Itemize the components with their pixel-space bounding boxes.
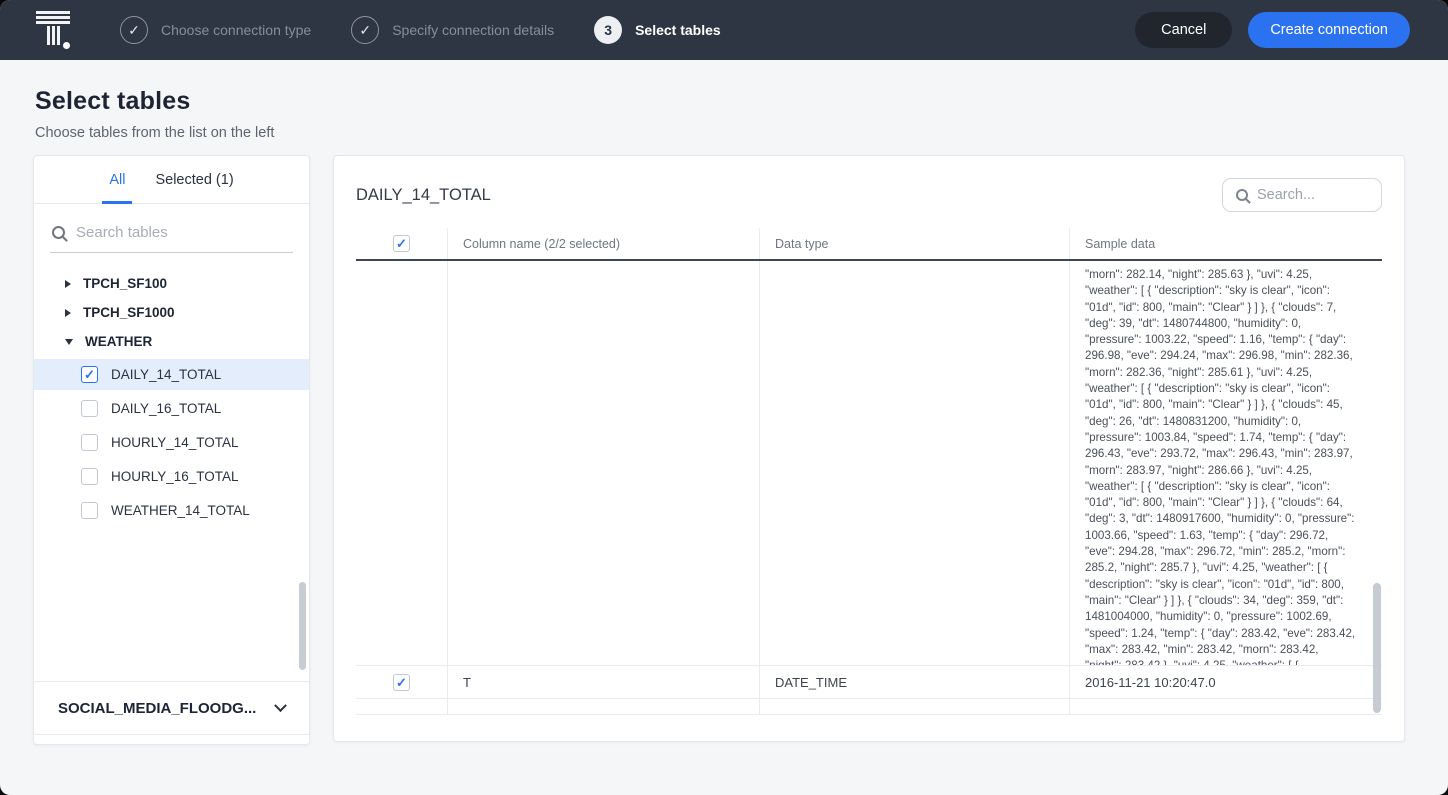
table-item-label: HOURLY_16_TOTAL <box>111 469 239 484</box>
tab-all[interactable]: All <box>109 156 125 203</box>
tree-node-label: TPCH_SF100 <box>83 276 167 291</box>
tree-node-tpch-sf100[interactable]: TPCH_SF100 <box>34 269 309 298</box>
search-tables-input[interactable]: Search tables <box>50 222 293 253</box>
column-name-header: Column name (2/2 selected) <box>463 237 620 251</box>
select-all-checkbox[interactable] <box>393 235 410 252</box>
thoughtspot-logo-icon <box>34 11 72 49</box>
schema-tree: TPCH_SF100 TPCH_SF1000 WEATHER DAILY_14_… <box>34 257 309 535</box>
table-item-daily-14-total[interactable]: DAILY_14_TOTAL <box>34 359 309 390</box>
table-row <box>356 699 1382 715</box>
caret-right-icon <box>65 309 71 317</box>
table-detail-header: DAILY_14_TOTAL Search... <box>334 156 1404 228</box>
step-check-icon: ✓ <box>120 16 148 44</box>
table-row: "morn": 282.14, "night": 285.63 }, "uvi"… <box>356 261 1382 666</box>
tree-node-weather[interactable]: WEATHER <box>34 327 309 356</box>
step-label: Specify connection details <box>392 22 554 38</box>
section-spotflix[interactable]: SPOTFLIX <box>34 734 309 745</box>
cancel-button[interactable]: Cancel <box>1135 12 1232 48</box>
row-checkbox-checked[interactable] <box>393 674 410 691</box>
table-item-label: DAILY_16_TOTAL <box>111 401 221 416</box>
checkbox-unchecked[interactable] <box>81 434 98 451</box>
caret-down-icon <box>65 339 73 345</box>
columns-table-header: Column name (2/2 selected) Data type Sam… <box>356 228 1382 261</box>
tables-sidebar: All Selected (1) Search tables TPCH_SF10… <box>33 155 310 745</box>
search-icon <box>1236 189 1248 201</box>
table-scrollbar-thumb[interactable] <box>1373 583 1381 713</box>
sidebar-scrollbar-thumb[interactable] <box>299 582 306 670</box>
page-subtitle: Choose tables from the list on the left <box>35 125 1448 141</box>
checkbox-unchecked[interactable] <box>81 502 98 519</box>
table-row: T DATE_TIME 2016-11-21 10:20:47.0 <box>356 666 1382 699</box>
data-type-header: Data type <box>775 237 829 251</box>
section-label: SOCIAL_MEDIA_FLOODG... <box>58 700 256 717</box>
table-item-weather-14-total[interactable]: WEATHER_14_TOTAL <box>34 495 309 526</box>
data-type-cell: DATE_TIME <box>775 675 847 690</box>
table-item-hourly-14-total[interactable]: HOURLY_14_TOTAL <box>34 427 309 458</box>
table-item-label: HOURLY_14_TOTAL <box>111 435 239 450</box>
schema-sections: SOCIAL_MEDIA_FLOODG... SPOTFLIX SUPPLYCH… <box>34 681 309 745</box>
table-item-hourly-16-total[interactable]: HOURLY_16_TOTAL <box>34 461 309 492</box>
table-item-daily-16-total[interactable]: DAILY_16_TOTAL <box>34 393 309 424</box>
table-detail-panel: DAILY_14_TOTAL Search... Column name (2/… <box>333 155 1405 742</box>
tree-node-tpch-sf1000[interactable]: TPCH_SF1000 <box>34 298 309 327</box>
wizard-stepper: ✓ Choose connection type ✓ Specify conne… <box>120 16 721 44</box>
topbar: ✓ Choose connection type ✓ Specify conne… <box>0 0 1448 60</box>
step-label: Choose connection type <box>161 22 311 38</box>
tree-node-label: TPCH_SF1000 <box>83 305 175 320</box>
search-tables-placeholder: Search tables <box>76 224 168 241</box>
checkbox-unchecked[interactable] <box>81 468 98 485</box>
sample-data-cell: "morn": 282.14, "night": 285.63 }, "uvi"… <box>1085 261 1370 665</box>
search-icon <box>52 226 65 239</box>
sample-data-cell: 2016-11-21 10:20:47.0 <box>1085 675 1216 690</box>
step-number: 3 <box>594 16 622 44</box>
step-label: Select tables <box>635 22 721 38</box>
section-social-media-floodgates[interactable]: SOCIAL_MEDIA_FLOODG... <box>34 681 309 734</box>
caret-right-icon <box>65 280 71 288</box>
app-window: ✓ Choose connection type ✓ Specify conne… <box>0 0 1448 795</box>
tree-node-label: WEATHER <box>85 334 152 349</box>
columns-table: Column name (2/2 selected) Data type Sam… <box>356 228 1382 715</box>
selected-table-title: DAILY_14_TOTAL <box>356 186 491 205</box>
columns-search-placeholder: Search... <box>1257 187 1315 203</box>
step-check-icon: ✓ <box>351 16 379 44</box>
step-choose-connection-type: ✓ Choose connection type <box>120 16 311 44</box>
column-name-cell: T <box>463 675 471 690</box>
checkbox-unchecked[interactable] <box>81 400 98 417</box>
sample-data-header: Sample data <box>1085 237 1155 251</box>
columns-search-input[interactable]: Search... <box>1222 178 1382 212</box>
page-head: Select tables Choose tables from the lis… <box>0 60 1448 141</box>
create-connection-button[interactable]: Create connection <box>1248 12 1410 48</box>
tab-selected[interactable]: Selected (1) <box>155 156 233 203</box>
table-item-label: DAILY_14_TOTAL <box>111 367 221 382</box>
step-select-tables: 3 Select tables <box>594 16 721 44</box>
sidebar-tabs: All Selected (1) <box>34 156 309 204</box>
table-item-label: WEATHER_14_TOTAL <box>111 503 250 518</box>
chevron-down-icon <box>274 699 287 712</box>
checkbox-checked[interactable] <box>81 366 98 383</box>
topbar-actions: Cancel Create connection <box>1135 12 1410 48</box>
page-title: Select tables <box>35 87 1448 116</box>
step-specify-connection-details: ✓ Specify connection details <box>351 16 554 44</box>
